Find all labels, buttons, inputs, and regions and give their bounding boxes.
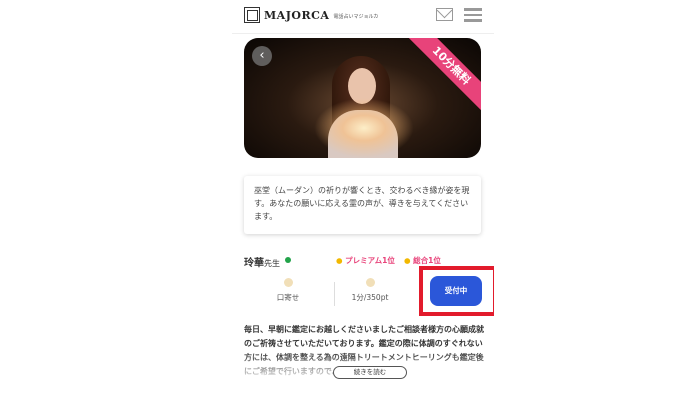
- menu-icon[interactable]: [464, 8, 482, 22]
- back-arrow-icon[interactable]: ‹: [252, 46, 272, 66]
- hero-light: [314, 98, 414, 158]
- advisor-description: 巫堂（ムーダン）の祈りが響くとき、交わるべき縁が姿を現す。あなたの願いに応える霊…: [244, 176, 481, 234]
- stat-price-label: 1分/350pt: [351, 293, 389, 302]
- advisor-hero-image: ‹ 10分無料: [244, 38, 481, 158]
- read-more-button[interactable]: 続きを読む: [333, 366, 407, 379]
- advisor-name: 玲華先生: [244, 254, 280, 269]
- stat-price: 1分/350pt: [330, 278, 410, 303]
- site-header: MAJORCA 電話占いマジョルカ: [232, 0, 494, 34]
- rank-bulb-icon: ●: [404, 256, 411, 265]
- highlight-box: [419, 266, 494, 316]
- rank-bulb-icon: ●: [336, 256, 343, 265]
- rank-overall-badge: ● 総合1位: [404, 255, 441, 266]
- advisor-name-suffix: 先生: [264, 259, 280, 268]
- style-icon: [283, 278, 293, 287]
- site-logo[interactable]: MAJORCA 電話占いマジョルカ: [244, 7, 378, 23]
- free-trial-ribbon: 10分無料: [401, 38, 481, 116]
- mail-icon[interactable]: [436, 8, 453, 21]
- mobile-page: MAJORCA 電話占いマジョルカ ‹ 10分無料 巫堂（ムーダン）の祈りが響く…: [232, 0, 494, 400]
- logo-subtitle: 電話占いマジョルカ: [333, 13, 379, 20]
- rank-premium-badge: ● プレミアム1位: [336, 255, 395, 266]
- price-icon: [365, 278, 375, 287]
- logo-mark-icon: [244, 7, 260, 23]
- rank-overall-label: 総合1位: [413, 256, 441, 265]
- rank-premium-label: プレミアム1位: [345, 256, 395, 265]
- logo-text: MAJORCA: [264, 8, 330, 22]
- stat-style: 口寄せ: [248, 278, 328, 303]
- online-status-icon: [285, 257, 291, 263]
- stat-style-label: 口寄せ: [276, 293, 300, 302]
- advisor-name-text: 玲華: [244, 258, 264, 269]
